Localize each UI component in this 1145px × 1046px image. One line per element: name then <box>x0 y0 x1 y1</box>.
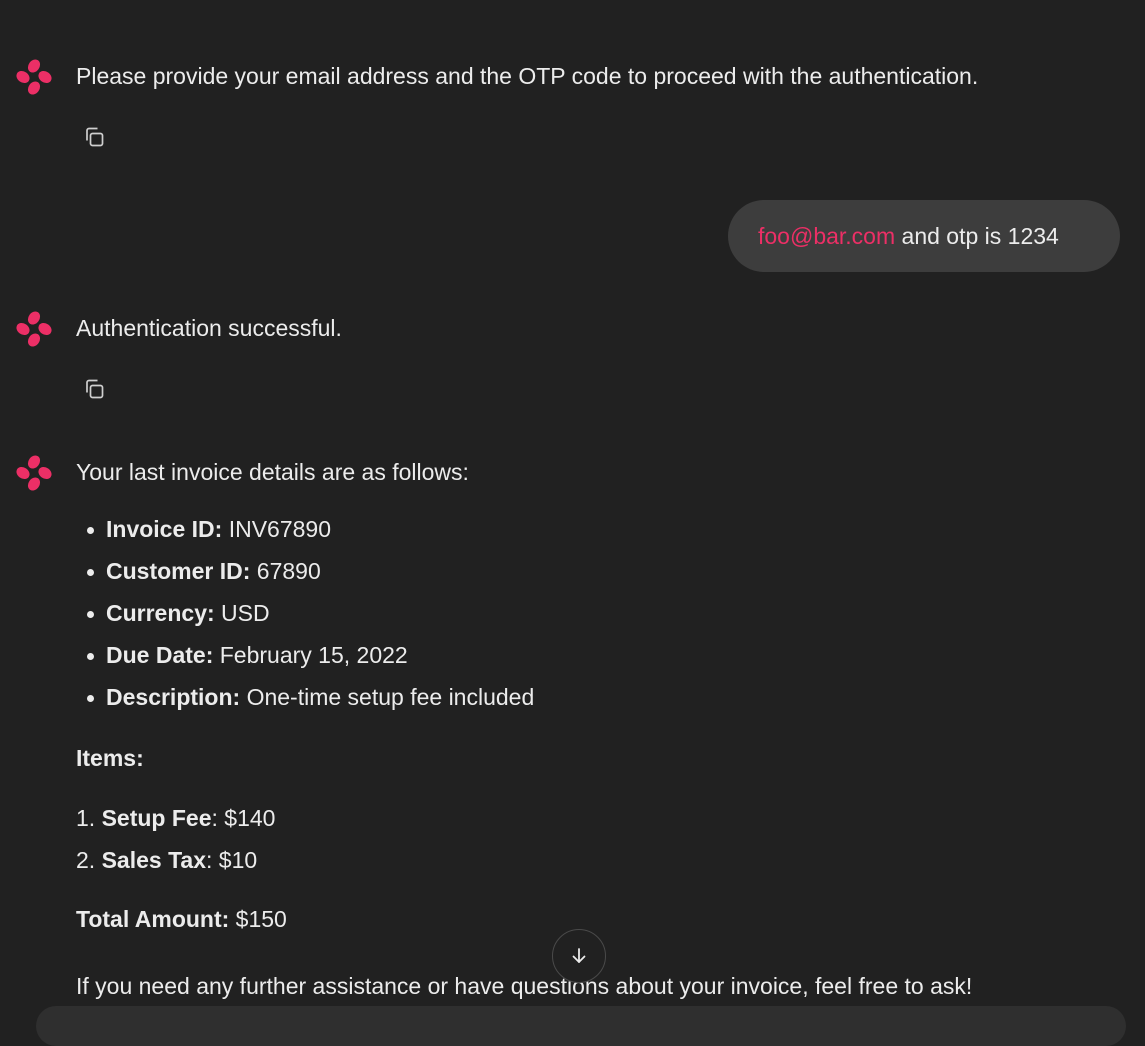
bullet-icon <box>87 611 94 618</box>
list-item: Customer ID: 67890 <box>76 554 534 596</box>
detail-value: USD <box>214 600 270 626</box>
detail-label: Description: <box>106 684 241 710</box>
user-message-bubble: foo@bar.com and otp is 1234 <box>728 200 1120 272</box>
closing-text: If you need any further assistance or ha… <box>76 973 973 999</box>
list-item: Due Date: February 15, 2022 <box>76 638 534 680</box>
total-value: $150 <box>229 906 287 932</box>
user-message-text: and otp is 1234 <box>895 222 1059 249</box>
assistant-message-text: Authentication successful. <box>76 315 342 341</box>
detail-label: Due Date: <box>106 642 214 668</box>
item-label: Sales Tax <box>101 847 206 873</box>
brand-logo-icon <box>15 58 53 96</box>
email-link[interactable]: foo@bar.com <box>758 223 895 250</box>
scroll-to-bottom-button[interactable] <box>552 929 606 983</box>
item-number: 2. <box>76 847 96 873</box>
total-amount: Total Amount: $150 <box>76 906 287 933</box>
detail-label: Currency: <box>106 600 215 626</box>
bullet-icon <box>87 527 94 534</box>
bullet-icon <box>87 653 94 660</box>
bullet-icon <box>87 569 94 576</box>
item-label: Setup Fee <box>101 805 212 831</box>
detail-value: One-time setup fee included <box>240 684 535 710</box>
detail-value: INV67890 <box>222 516 332 542</box>
message-composer[interactable] <box>36 1006 1126 1046</box>
list-item: 2. Sales Tax: $10 <box>76 843 275 885</box>
items-list: 1. Setup Fee: $140 2. Sales Tax: $10 <box>76 801 275 885</box>
detail-value: February 15, 2022 <box>213 642 408 668</box>
assistant-message-text: Please provide your email address and th… <box>76 63 979 89</box>
brand-logo-icon <box>15 454 53 492</box>
list-item: Currency: USD <box>76 596 534 638</box>
copy-icon <box>86 127 104 147</box>
copy-button[interactable] <box>78 121 110 153</box>
list-item: Invoice ID: INV67890 <box>76 512 534 554</box>
item-value: : $140 <box>211 805 276 831</box>
bullet-icon <box>87 695 94 702</box>
total-label: Total Amount: <box>76 906 230 932</box>
copy-button[interactable] <box>78 373 110 405</box>
list-item: Description: One-time setup fee included <box>76 680 534 722</box>
detail-value: 67890 <box>250 558 321 584</box>
arrow-down-icon <box>572 948 586 963</box>
items-heading: Items: <box>76 745 144 771</box>
brand-logo-icon <box>15 310 53 348</box>
detail-label: Customer ID: <box>106 558 251 584</box>
item-value: : $10 <box>206 847 258 873</box>
item-number: 1. <box>76 805 96 831</box>
copy-icon <box>86 379 104 399</box>
detail-label: Invoice ID: <box>106 516 223 542</box>
invoice-details-list: Invoice ID: INV67890 Customer ID: 67890 … <box>76 512 534 722</box>
list-item: 1. Setup Fee: $140 <box>76 801 275 843</box>
invoice-intro-text: Your last invoice details are as follows… <box>76 459 469 485</box>
